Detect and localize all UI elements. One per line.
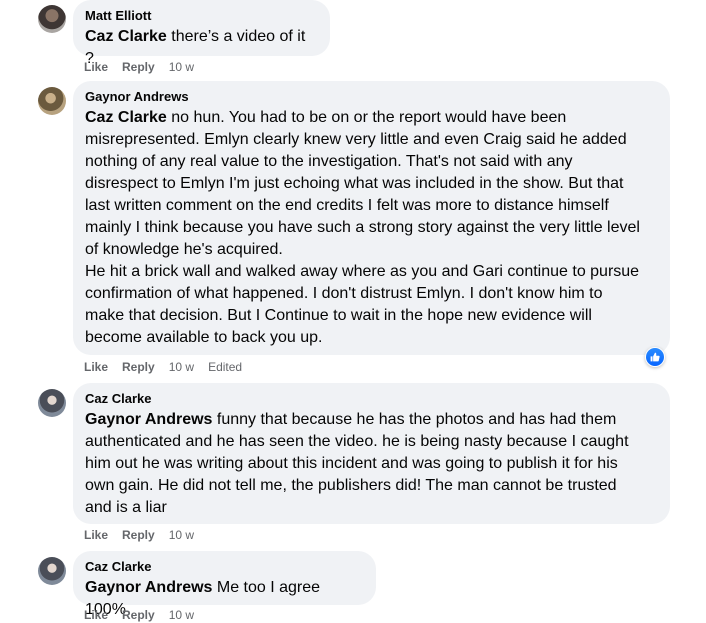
mention-link[interactable]: Gaynor Andrews (85, 411, 212, 428)
comment-bubble: Matt Elliott Caz Clarke there’s a video … (73, 0, 330, 67)
like-icon (646, 348, 664, 366)
comment-author[interactable]: Caz Clarke (85, 391, 658, 407)
comment-timestamp[interactable]: 10 w (169, 60, 194, 74)
comment-timestamp[interactable]: 10 w (169, 360, 194, 374)
avatar[interactable] (38, 389, 66, 417)
comment-actions: Like Reply 10 w (84, 528, 194, 542)
comment-text: Caz Clarke no hun. You had to be on or t… (85, 107, 658, 349)
comment-actions: Like Reply 10 w (84, 60, 194, 74)
comment-body: no hun. You had to be on or the report w… (85, 109, 640, 346)
comment-timestamp[interactable]: 10 w (169, 528, 194, 542)
like-button[interactable]: Like (84, 608, 108, 622)
edited-label[interactable]: Edited (208, 360, 242, 374)
reply-button[interactable]: Reply (122, 528, 155, 542)
reply-button[interactable]: Reply (122, 360, 155, 374)
comment-bubble: Gaynor Andrews Caz Clarke no hun. You ha… (73, 81, 670, 355)
comment-author[interactable]: Caz Clarke (85, 559, 364, 575)
avatar[interactable] (38, 557, 66, 585)
comment-actions: Like Reply 10 w Edited (84, 360, 242, 374)
comment-timestamp[interactable]: 10 w (169, 608, 194, 622)
like-button[interactable]: Like (84, 360, 108, 374)
like-button[interactable]: Like (84, 60, 108, 74)
comment-author[interactable]: Matt Elliott (85, 8, 318, 24)
mention-link[interactable]: Caz Clarke (85, 28, 167, 45)
like-button[interactable]: Like (84, 528, 108, 542)
comment-actions: Like Reply 10 w (84, 608, 194, 622)
mention-link[interactable]: Gaynor Andrews (85, 579, 212, 596)
mention-link[interactable]: Caz Clarke (85, 109, 167, 126)
comment-bubble: Caz Clarke Gaynor Andrews Me too I agree… (73, 551, 376, 618)
reply-button[interactable]: Reply (122, 60, 155, 74)
avatar[interactable] (38, 87, 66, 115)
comment-bubble: Caz Clarke Gaynor Andrews funny that bec… (73, 383, 670, 524)
comment-author[interactable]: Gaynor Andrews (85, 89, 658, 105)
comment-text: Gaynor Andrews funny that because he has… (85, 409, 658, 519)
avatar[interactable] (38, 5, 66, 33)
reply-button[interactable]: Reply (122, 608, 155, 622)
reaction-badge[interactable] (645, 347, 665, 367)
